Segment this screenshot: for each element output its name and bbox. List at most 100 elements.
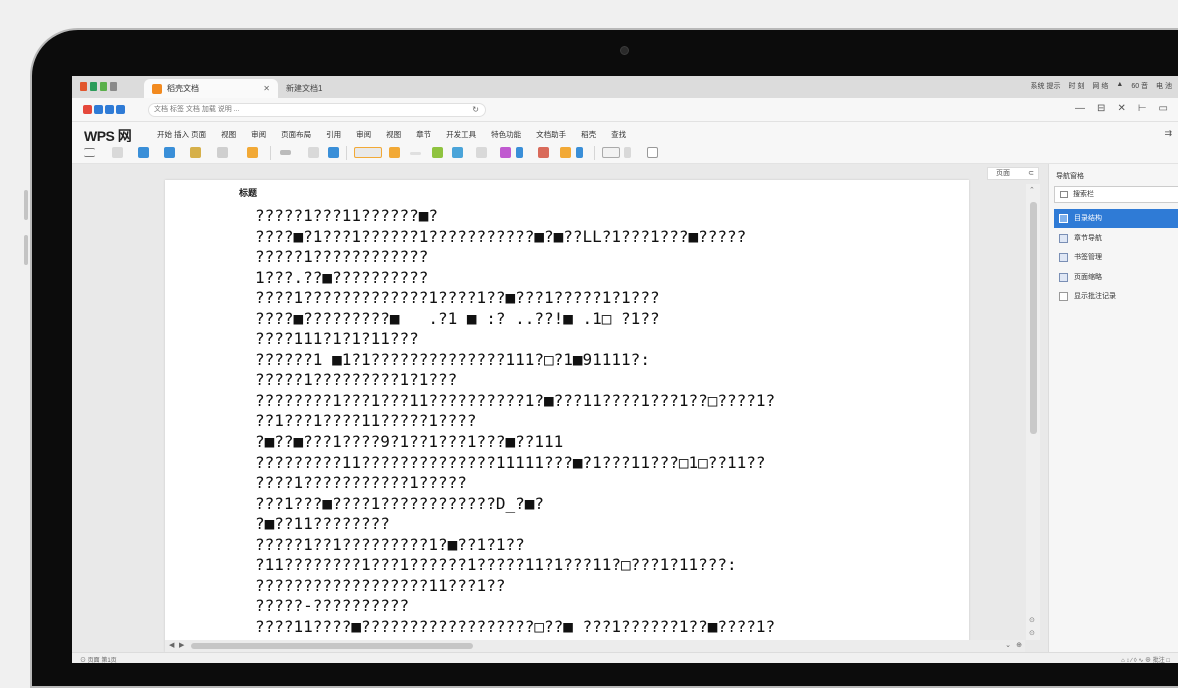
address-text: 文档 标签 文档 加载 说明 ...: [154, 106, 240, 113]
menu-icon[interactable]: [84, 148, 95, 157]
save-icon[interactable]: [164, 147, 175, 158]
pin-button[interactable]: ⊢: [1138, 103, 1147, 114]
restore-button[interactable]: ⊟: [1097, 103, 1105, 114]
menu-item[interactable]: 文档助手: [536, 129, 566, 140]
panel-item-comments[interactable]: 显示批注记录: [1054, 287, 1178, 306]
reload-icon[interactable]: ↻: [472, 104, 479, 116]
font-box-icon[interactable]: [354, 147, 382, 158]
color-icon[interactable]: [432, 147, 443, 158]
menu-bar: 开始 插入 页面 视图 审阅 页面布局 引用 审阅 视图 章节 开发工具 特色功…: [157, 129, 626, 140]
menu-item[interactable]: 开始 插入 页面: [157, 129, 206, 140]
menu-item[interactable]: 章节: [416, 129, 431, 140]
underline-icon[interactable]: [410, 152, 421, 155]
page-header: 标题: [239, 188, 258, 198]
chart-icon[interactable]: [500, 147, 511, 158]
shape-icon[interactable]: [452, 147, 463, 158]
quick-access-buttons[interactable]: [83, 105, 125, 114]
panel-item-thumbnails[interactable]: 页面缩略: [1054, 268, 1178, 287]
next-page-icon[interactable]: ⊙: [1029, 629, 1035, 637]
panel-item-label: 章节导航: [1074, 235, 1102, 242]
document-body[interactable]: ?????1???11??????■? ????■?1???1??????1??…: [255, 206, 775, 637]
menu-item[interactable]: 稻壳: [581, 129, 596, 140]
style-icon[interactable]: [602, 147, 620, 158]
undo-icon[interactable]: [280, 150, 291, 155]
tab-label: 稻壳文档: [167, 84, 199, 93]
scroll-left-icon[interactable]: ◀: [169, 641, 174, 649]
outline-icon: [1059, 214, 1068, 223]
panel-title: 导航窗格: [1056, 173, 1084, 180]
prev-page-icon[interactable]: ⊙: [1029, 616, 1035, 624]
tray-item[interactable]: 系统 提示: [1031, 81, 1061, 91]
toolbar-divider: [270, 146, 271, 160]
open-icon[interactable]: [138, 147, 149, 158]
horizontal-scrollbar[interactable]: ◀ ▶ ⌄ ⊕: [165, 640, 1025, 652]
menu-item[interactable]: 引用: [326, 129, 341, 140]
menu-row: WPS 网 开始 插入 页面 视图 审阅 页面布局 引用 审阅 视图 章节 开发…: [72, 122, 1178, 144]
preview-icon[interactable]: [217, 147, 228, 158]
scroll-up-icon[interactable]: ⌃: [1029, 186, 1035, 194]
menu-item[interactable]: 页面布局: [281, 129, 311, 140]
app-quick-icons[interactable]: [80, 82, 117, 91]
menu-item[interactable]: 查找: [611, 129, 626, 140]
tab-inactive[interactable]: 新建文档1: [286, 79, 322, 98]
tray-item[interactable]: 时 刻: [1068, 81, 1084, 91]
close-icon[interactable]: ✕: [263, 84, 270, 93]
tab-strip: 稻壳文档 ✕ 新建文档1 系统 提示 时 刻 网 络 ▲ 60 音 电 池: [72, 76, 1178, 98]
menu-item[interactable]: 审阅: [356, 129, 371, 140]
panel-search-input[interactable]: 搜索栏: [1054, 186, 1178, 203]
picture-icon[interactable]: [516, 147, 523, 158]
menu-item[interactable]: 开发工具: [446, 129, 476, 140]
text-line: ?11????????1???1??????1?????11?1???11?□?…: [255, 555, 737, 575]
toolbar: [72, 142, 1178, 164]
new-doc-icon[interactable]: [112, 147, 123, 158]
panel-item-label: 书签管理: [1074, 254, 1102, 261]
redo-icon[interactable]: [308, 147, 319, 158]
checkbox-icon[interactable]: [1059, 292, 1068, 301]
bookmark-icon: [1059, 253, 1068, 262]
panel-item-chapters[interactable]: 章节导航: [1054, 229, 1178, 248]
menu-item[interactable]: 视图: [386, 129, 401, 140]
tray-item[interactable]: 电 池: [1156, 81, 1172, 91]
navigation-panel: 导航窗格 搜索栏 目录结构 章节导航 书签管理 页面缩略 显示批注记录: [1048, 164, 1178, 652]
menu-item[interactable]: 视图: [221, 129, 236, 140]
menu-item[interactable]: 特色功能: [491, 129, 521, 140]
page-view-dropdown[interactable]: 页面 ⊂: [987, 167, 1039, 180]
text-line: ????■?1???1??????1???????????■?■??LL?1??…: [255, 226, 747, 246]
tray-item[interactable]: 网 络: [1092, 81, 1108, 91]
textbox-icon[interactable]: [538, 147, 549, 158]
tab-active[interactable]: 稻壳文档 ✕: [144, 79, 278, 98]
scroll-right-icon[interactable]: ▶: [179, 641, 184, 649]
webcam: [620, 46, 629, 55]
scrollbar-thumb[interactable]: [1030, 202, 1037, 434]
scrollbar-thumb[interactable]: [191, 643, 473, 649]
more-icon[interactable]: [624, 147, 631, 158]
minimize-button[interactable]: —: [1075, 103, 1085, 114]
tray-item[interactable]: 60 音: [1131, 81, 1148, 91]
paste-icon[interactable]: [247, 147, 258, 158]
table-icon[interactable]: [476, 147, 487, 158]
status-tools[interactable]: ⌂ ↕ ∕ ◊ ∿ ⊕ 批注 □: [1121, 655, 1170, 663]
status-page-info[interactable]: ⊙ 页面 第1页: [80, 655, 117, 663]
scroll-down-icon[interactable]: ⌄: [1005, 641, 1011, 649]
document-page[interactable]: 标题 ?????1???11??????■? ????■?1???1??????…: [165, 180, 969, 652]
print-icon[interactable]: [190, 147, 201, 158]
symbol-icon[interactable]: [560, 147, 571, 158]
scroll-end-icon[interactable]: ⊕: [1016, 641, 1022, 649]
layout-button[interactable]: ▭: [1159, 103, 1168, 114]
tray-item[interactable]: ▲: [1116, 81, 1123, 91]
collapse-ribbon-icon[interactable]: ⇉: [1164, 128, 1172, 139]
text-line: ?????1??1?????????1?■??1?1??: [255, 534, 525, 554]
vertical-scrollbar[interactable]: ⌃ ⊙ ⊙: [1026, 184, 1040, 640]
menu-item[interactable]: 审阅: [251, 129, 266, 140]
panel-item-label: 显示批注记录: [1074, 293, 1116, 300]
panel-item-contents[interactable]: 目录结构: [1054, 209, 1178, 228]
document-icon: [152, 83, 162, 94]
link-icon[interactable]: [576, 147, 583, 158]
text-line: ?????1?????????1?1???: [255, 370, 458, 390]
format-painter-icon[interactable]: [328, 147, 339, 158]
view-icon[interactable]: [647, 147, 658, 158]
address-bar[interactable]: 文档 标签 文档 加载 说明 ... ↻: [148, 103, 486, 117]
close-window-button[interactable]: ✕: [1117, 103, 1125, 114]
panel-item-bookmarks[interactable]: 书签管理: [1054, 248, 1178, 267]
highlight-icon[interactable]: [389, 147, 400, 158]
